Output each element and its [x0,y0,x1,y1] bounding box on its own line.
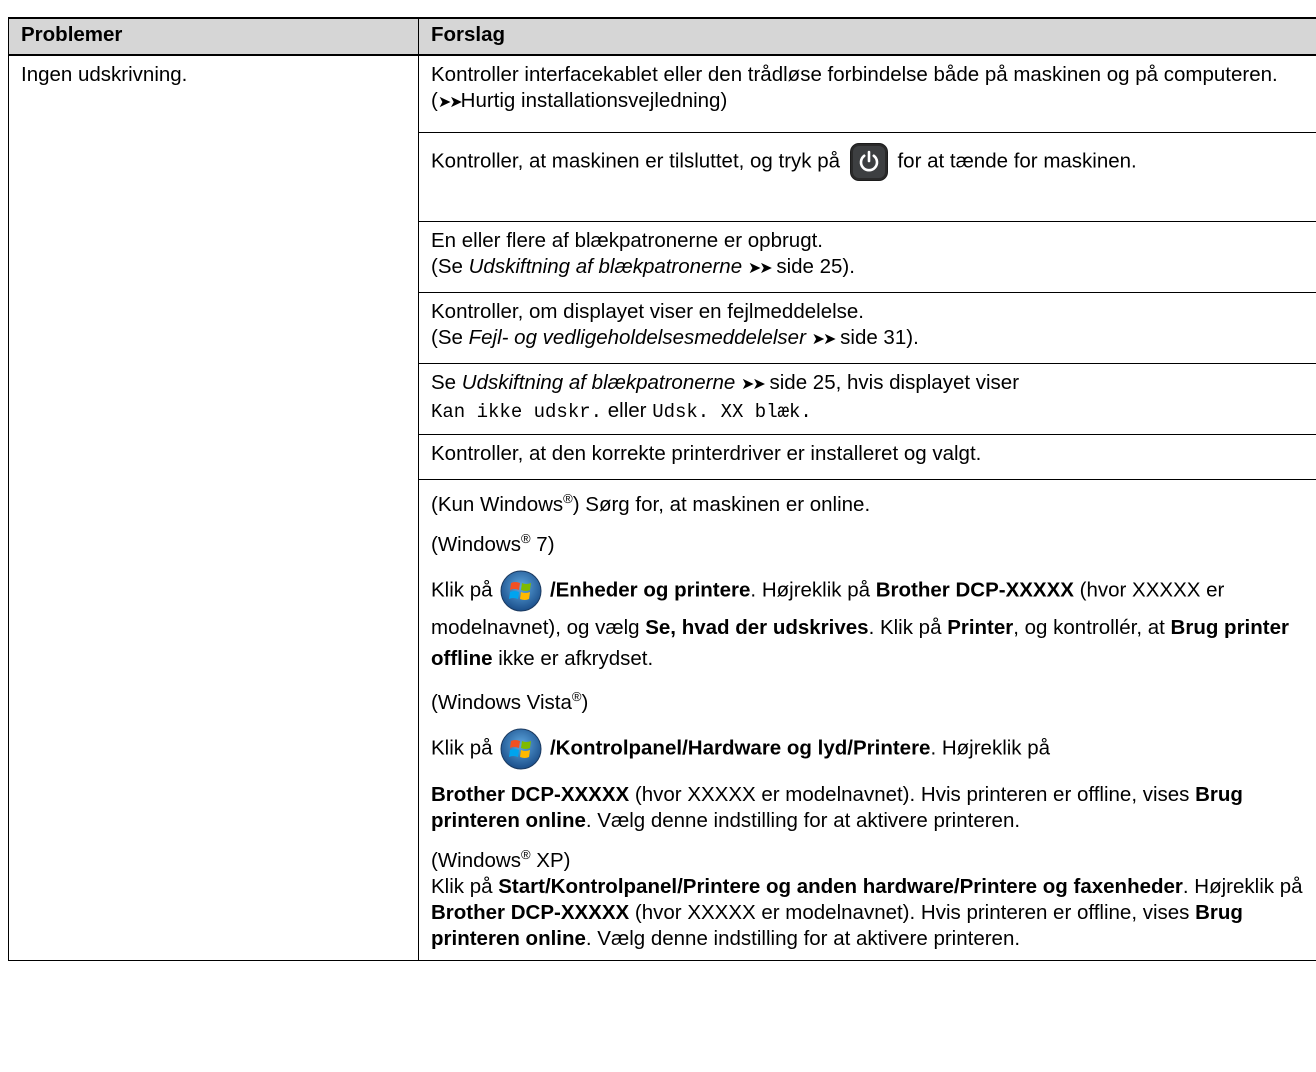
menu-path: Printere [852,736,931,760]
page-reference: side 25). [770,255,855,278]
menu-path: /Enheder og printere [549,578,751,602]
menu-path: Kontrolpanel [555,736,683,760]
cross-ref-title: Udskiftning af blækpatronerne [461,371,736,394]
windows-start-orb-icon [500,570,542,612]
menu-path: Start [498,875,545,898]
text: XP) [530,849,571,872]
menu-path: Hardware og lyd [687,736,848,760]
column-header-suggestions: Forslag [418,17,1316,56]
text: (Windows [431,849,521,872]
text: ikke er afkrydset. [492,647,654,670]
text: . Højreklik på [930,736,1051,760]
suggestion-text: En eller flere af blækpatronerne er opbr… [431,229,824,252]
power-button-icon [849,143,888,181]
column-header-problems: Problemer [8,17,419,56]
lcd-message-cannot-print: Kan ikke udskr. [431,401,603,423]
model-name: Brother DCP-XXXXX [431,901,630,924]
problem-text: Ingen udskrivning. [21,63,188,86]
registered-mark: ® [563,491,573,507]
suggestion-text: eller [607,399,647,422]
text: , og kontrollér, at [1013,616,1171,639]
registered-mark: ® [521,847,531,863]
suggestion-text: Kontroller, at maskinen er tilsluttet, o… [431,149,841,173]
text: . Klik på [868,616,948,639]
suggestion-text: Kontroller, at den korrekte printerdrive… [431,442,982,465]
suggestion-cell-error-message: Kontroller, om displayet viser en fejlme… [418,292,1316,364]
suggestion-cell-interface: Kontroller interfacekablet eller den trå… [418,54,1316,133]
menu-path: Printere og anden hardware [682,875,954,898]
menu-path: Printere og faxenheder [959,875,1183,898]
online-paragraph: (Kun Windows®) Sørg for, at maskinen er … [431,492,1308,518]
text: . Højreklik på [750,578,876,602]
suggestion-cell-online: (Kun Windows®) Sørg for, at maskinen er … [418,479,1316,961]
cross-ref-title: Udskiftning af blækpatronerne [468,255,743,278]
text: (Kun Windows [431,493,564,516]
windows-start-orb-icon [500,728,542,770]
text: Klik på [431,875,499,898]
xp-instructions: Klik på Start/Kontrolpanel/Printere og a… [431,874,1308,952]
suggestion-cell-ink-empty: En eller flere af blækpatronerne er opbr… [418,221,1316,293]
registered-mark: ® [521,531,531,547]
lcd-message-ink: Udsk. XX blæk. [652,401,812,423]
page-reference: side 25, hvis displayet viser [763,371,1020,394]
cross-ref-quick-setup: Hurtig installationsvejledning [460,89,721,112]
text: (hvor XXXXX er modelnavnet). Hvis printe… [629,901,1196,924]
xp-heading: (Windows® XP) [431,848,1308,874]
suggestion-cell-display-message: Se Udskiftning af blækpatronerne ➤➤ side… [418,363,1316,435]
page-reference: side 31). [834,326,919,349]
text: Klik på [431,578,493,602]
text: . Højreklik på [1182,875,1303,898]
vista-instructions: Klik på /Kontrolpanel/Hardware og lyd/Pr… [431,728,1308,770]
cross-ref-arrows-icon: ➤➤ [811,331,837,348]
text: . Vælg denne indstilling for at aktivere… [585,809,1021,832]
cross-ref-arrows-icon: ➤➤ [740,376,766,393]
table-header-row: Problemer Forslag [8,17,1316,56]
text: (Windows Vista [431,691,572,714]
menu-option: Se, hvad der udskrives [645,616,869,639]
suggestion-text-end: for at tænde for maskinen. [897,149,1137,173]
text: ) [581,691,589,714]
menu-option: Printer [947,616,1014,639]
windows7-instructions: Klik på /Enheder og printere. Højreklik … [431,570,1308,674]
cross-ref-arrows-icon: ➤➤ [437,94,463,111]
text: ) Sørg for, at maskinen er online. [572,493,871,516]
vista-instructions-cont: Brother DCP-XXXXX (hvor XXXXX er modelna… [431,782,1308,834]
suggestion-text-end: ) [720,89,728,112]
text: . Vælg denne indstilling for at aktivere… [585,927,1021,950]
windows7-heading: (Windows® 7) [431,532,1308,558]
suggestion-text: (Se [431,255,469,278]
suggestion-cell-power: Kontroller, at maskinen er tilsluttet, o… [418,132,1316,222]
suggestion-text: Se [431,371,462,394]
table-row: Ingen udskrivning. Kontroller interfacek… [8,54,1316,961]
text: (hvor XXXXX er modelnavnet). Hvis printe… [629,783,1196,806]
problem-cell: Ingen udskrivning. [8,54,419,961]
cross-ref-arrows-icon: ➤➤ [747,260,773,277]
menu-path: Kontrolpanel [550,875,678,898]
model-name: Brother DCP-XXXXX [431,783,630,806]
suggestion-text: (Se [431,326,469,349]
vista-heading: (Windows Vista®) [431,690,1308,716]
text: Klik på [431,736,493,760]
text: 7) [530,533,555,556]
suggestion-text: Kontroller, om displayet viser en fejlme… [431,300,864,323]
cross-ref-title: Fejl- og vedligeholdelsesmeddelelser [468,326,806,349]
suggestion-cell-driver: Kontroller, at den korrekte printerdrive… [418,434,1316,480]
troubleshooting-table: Problemer Forslag Ingen udskrivning. Kon… [8,17,1316,961]
text: (Windows [431,533,521,556]
model-name: Brother DCP-XXXXX [875,578,1074,602]
